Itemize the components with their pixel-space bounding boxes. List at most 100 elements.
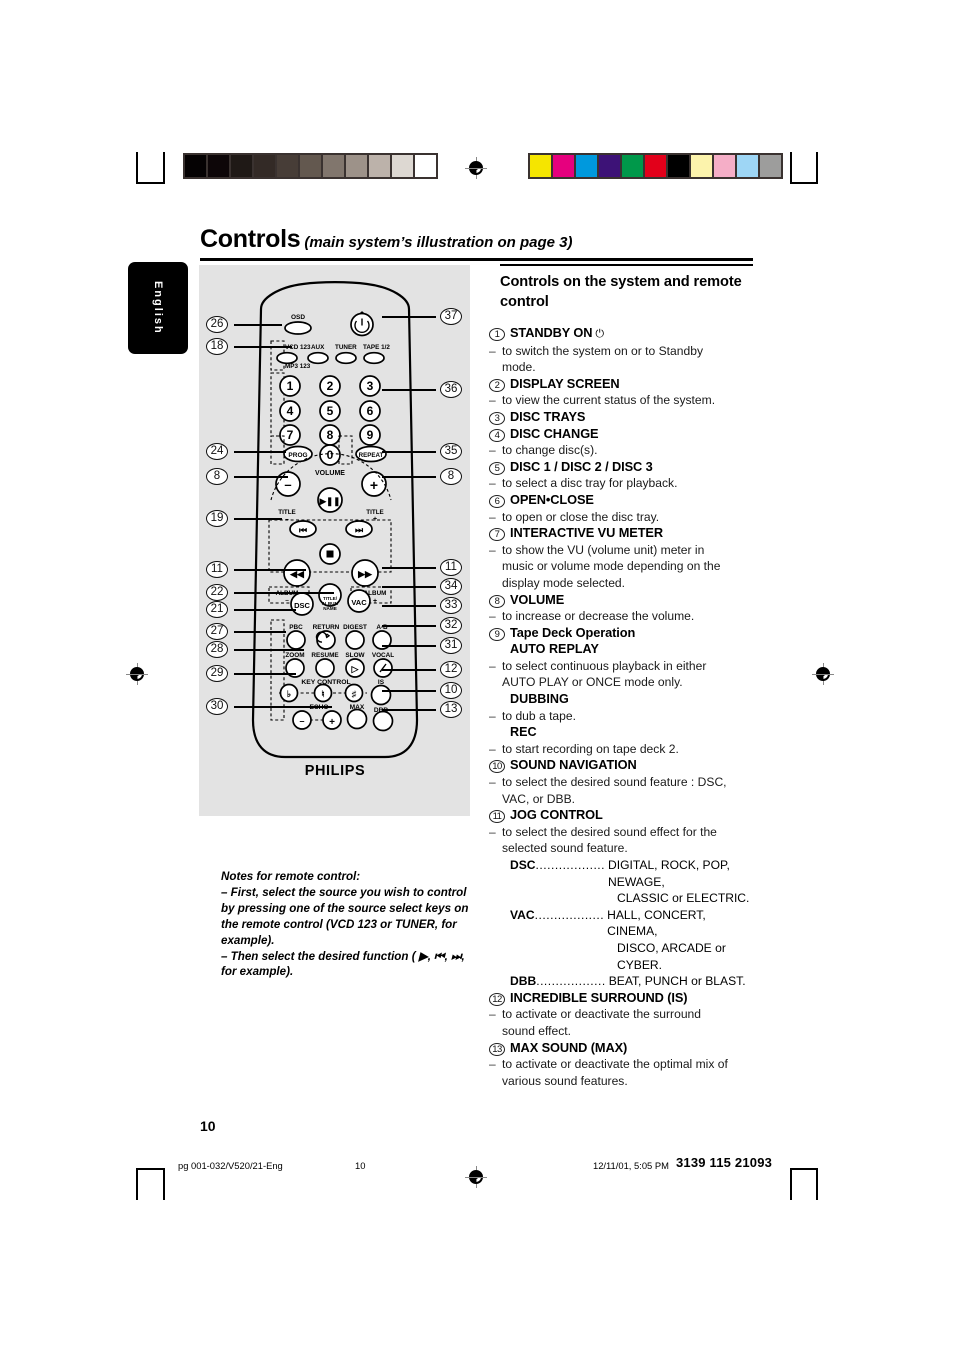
bullet-dash: – <box>489 708 496 723</box>
swatch-9 <box>392 155 413 177</box>
leader-line <box>382 669 436 671</box>
svg-text:5: 5 <box>327 404 334 418</box>
crop-mark-br-h <box>790 1168 818 1170</box>
control-item-label: SOUND NAVIGATION <box>510 757 637 773</box>
callout-26: 26 <box>206 316 228 333</box>
callout-36: 36 <box>440 381 462 398</box>
footer-doc-code: 3139 115 21093 <box>676 1155 773 1170</box>
control-item-number: 11 <box>489 810 505 824</box>
grayscale-calibration-bar <box>183 153 438 179</box>
control-item-heading: 1 STANDBY ON ⏻ <box>489 325 757 343</box>
bullet-dash: – <box>489 609 496 624</box>
control-item-description: – to increase or decrease the volume. <box>489 608 757 625</box>
callout-13: 13 <box>440 701 462 718</box>
description-text: to show the VU (volume unit) meter in mu… <box>502 542 721 590</box>
leader-line <box>234 569 306 571</box>
description-text: to activate or deactivate the surround s… <box>502 1007 701 1038</box>
controls-list-column: Controls on the system and remote contro… <box>489 262 757 1089</box>
control-item-number: 1 <box>489 328 505 341</box>
control-item-heading: 12 INCREDIBLE SURROUND (IS) <box>489 990 757 1007</box>
callout-37: 37 <box>440 308 462 325</box>
crop-mark-tl-v <box>136 152 138 184</box>
svg-text:2: 2 <box>327 379 334 393</box>
sound-feature-key: DBB <box>510 974 537 989</box>
bullet-dash: – <box>489 393 496 408</box>
crop-mark-tr-v <box>790 152 792 184</box>
description-text: to open or close the disc tray. <box>502 509 660 524</box>
swatch-7 <box>691 155 712 177</box>
svg-text:AUX: AUX <box>311 344 325 351</box>
notes-line-1: – First, select the source you wish to c… <box>221 885 469 947</box>
svg-text:ZOOM: ZOOM <box>285 652 304 659</box>
svg-text:0: 0 <box>327 448 334 462</box>
svg-text:REPEAT: REPEAT <box>359 452 384 459</box>
footer-file-ref: pg 001-032/V520/21-Eng <box>178 1160 283 1171</box>
swatch-1 <box>208 155 229 177</box>
leader-line <box>234 649 304 651</box>
swatch-8 <box>369 155 390 177</box>
control-item-11: 11 JOG CONTROL – to select the desired soun… <box>489 807 757 990</box>
svg-text:8: 8 <box>327 428 334 442</box>
bullet-dash: – <box>489 658 496 673</box>
swatch-0 <box>530 155 551 177</box>
svg-text:+: + <box>373 516 377 523</box>
swatch-4 <box>277 155 298 177</box>
footer-timestamp: 12/11/01, 5:05 PM <box>593 1160 669 1171</box>
description-text: to select a disc tray for playback. <box>502 476 678 491</box>
svg-text:♭: ♭ <box>287 689 291 699</box>
control-item-heading: 3 DISC TRAYS <box>489 409 757 426</box>
svg-text:3: 3 <box>367 379 374 393</box>
leader-line <box>234 609 296 611</box>
control-item-5: 5 DISC 1 / DISC 2 / DISC 3– to select a di… <box>489 459 757 492</box>
description-text: to change disc(s). <box>502 443 598 458</box>
page-subtitle: (main system’s illustration on page 3) <box>304 234 573 251</box>
sound-feature-key: VAC <box>510 907 535 922</box>
bullet-dash: – <box>489 1057 496 1072</box>
bullet-dash: – <box>489 1007 496 1022</box>
language-tab: English <box>128 262 188 354</box>
swatch-3 <box>254 155 275 177</box>
callout-11-right: 11 <box>440 559 462 576</box>
svg-text:VOCAL: VOCAL <box>372 652 394 659</box>
leader-dots: .................. <box>534 907 605 922</box>
crop-mark-br-v <box>790 1168 792 1200</box>
color-calibration-bar <box>528 153 783 179</box>
control-item-heading: 5 DISC 1 / DISC 2 / DISC 3 <box>489 459 757 476</box>
svg-text:▷: ▷ <box>351 664 360 674</box>
leader-line <box>382 625 436 627</box>
description-text: to view the current status of the system… <box>502 393 716 408</box>
notes-block: Notes for remote control: – First, selec… <box>221 869 483 980</box>
callout-8-left: 8 <box>206 468 228 485</box>
svg-text:+: + <box>370 477 378 493</box>
control-item-number: 5 <box>489 461 505 475</box>
description-text: to dub a tape. <box>502 708 576 723</box>
control-item-heading: 7 INTERACTIVE VU METER <box>489 525 757 542</box>
leader-line <box>382 316 436 318</box>
svg-text:RESUME: RESUME <box>311 652 339 659</box>
sound-feature-values: HALL, CONCERT, CINEMA, <box>607 907 706 939</box>
control-item-description: – to change disc(s). <box>489 442 757 459</box>
control-item-number: 9 <box>489 627 505 641</box>
control-item-description: – to activate or deactivate the surround … <box>489 1006 757 1039</box>
control-item-number: 6 <box>489 494 505 508</box>
control-item-label: JOG CONTROL <box>510 807 603 823</box>
control-item-label: MAX SOUND (MAX) <box>510 1039 628 1055</box>
callout-8-right: 8 <box>440 468 462 485</box>
swatch-9 <box>737 155 758 177</box>
sound-feature-values-cont: DISCO, ARCADE or CYBER. <box>617 940 726 972</box>
swatch-0 <box>185 155 206 177</box>
crop-mark-br2 <box>816 1168 818 1200</box>
svg-text:RETURN: RETURN <box>313 624 340 631</box>
control-sub-label: DUBBING <box>510 692 569 707</box>
leader-line <box>382 567 436 569</box>
swatch-2 <box>576 155 597 177</box>
control-item-1: 1 STANDBY ON ⏻ – to switch the system on or… <box>489 325 757 376</box>
control-item-heading: 11 JOG CONTROL <box>489 807 757 824</box>
control-item-number: 4 <box>489 428 505 442</box>
control-item-label: DISC 1 / DISC 2 / DISC 3 <box>510 458 653 474</box>
page-header: Controls (main system’s illustration on p… <box>200 225 753 254</box>
control-item-8: 8 VOLUME – to increase or decrease the volu… <box>489 592 757 625</box>
leader-line <box>382 645 436 647</box>
control-item-number: 8 <box>489 594 505 608</box>
notes-line-2: – Then select the desired function ( ▶, … <box>221 949 465 979</box>
